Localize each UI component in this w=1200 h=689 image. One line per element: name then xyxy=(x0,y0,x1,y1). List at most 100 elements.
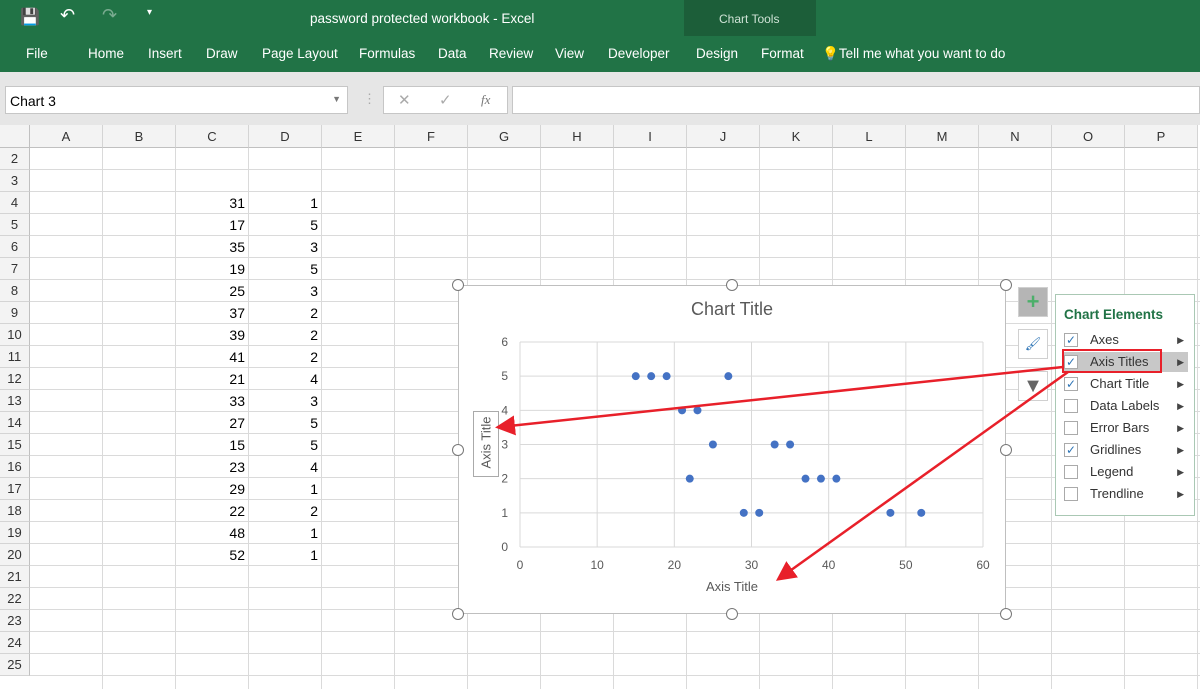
chart-element-error-bars[interactable]: Error Bars ▶ xyxy=(1064,418,1188,438)
checkbox[interactable] xyxy=(1064,399,1078,413)
chart-elements-plus-icon[interactable]: + xyxy=(1018,287,1048,317)
tab-home[interactable]: Home xyxy=(88,46,124,61)
chart-title[interactable]: Chart Title xyxy=(459,299,1005,320)
column-header[interactable]: C xyxy=(176,125,249,148)
row-header[interactable]: 16 xyxy=(0,456,30,478)
row-header[interactable]: 4 xyxy=(0,192,30,214)
row-header[interactable]: 25 xyxy=(0,654,30,676)
cell-C8[interactable]: 25 xyxy=(176,280,249,302)
checkbox[interactable]: ✓ xyxy=(1064,443,1078,457)
column-header[interactable]: H xyxy=(541,125,614,148)
chevron-right-icon[interactable]: ▶ xyxy=(1177,396,1184,416)
cell-C4[interactable]: 31 xyxy=(176,192,249,214)
name-box[interactable]: Chart 3 ▼ xyxy=(5,86,348,114)
column-header[interactable]: P xyxy=(1125,125,1198,148)
tab-draw[interactable]: Draw xyxy=(206,46,238,61)
cell-D17[interactable]: 1 xyxy=(249,478,322,500)
column-header[interactable]: A xyxy=(30,125,103,148)
tab-developer[interactable]: Developer xyxy=(608,46,670,61)
chevron-right-icon[interactable]: ▶ xyxy=(1177,440,1184,460)
tab-formulas[interactable]: Formulas xyxy=(359,46,415,61)
resize-handle[interactable] xyxy=(1000,279,1012,291)
row-header[interactable]: 9 xyxy=(0,302,30,324)
row-header[interactable]: 2 xyxy=(0,148,30,170)
cell-D9[interactable]: 2 xyxy=(249,302,322,324)
cancel-icon[interactable]: ✕ xyxy=(398,91,411,109)
chart[interactable]: 0 10 20 30 40 50 60 0 1 2 3 4 5 6 Chart Title Axis Ti… xyxy=(458,285,1006,614)
chevron-right-icon[interactable]: ▶ xyxy=(1177,484,1184,504)
row-header[interactable]: 12 xyxy=(0,368,30,390)
cell-C15[interactable]: 15 xyxy=(176,434,249,456)
row-header[interactable]: 18 xyxy=(0,500,30,522)
checkbox[interactable] xyxy=(1064,421,1078,435)
x-axis-title[interactable]: Axis Title xyxy=(459,579,1005,594)
cell-C16[interactable]: 23 xyxy=(176,456,249,478)
chart-element-chart-title[interactable]: ✓ Chart Title ▶ xyxy=(1064,374,1188,394)
chevron-right-icon[interactable]: ▶ xyxy=(1177,352,1184,372)
chevron-down-icon[interactable]: ▼ xyxy=(332,94,341,104)
tab-view[interactable]: View xyxy=(555,46,584,61)
row-header[interactable]: 19 xyxy=(0,522,30,544)
cell-C19[interactable]: 48 xyxy=(176,522,249,544)
resize-handle[interactable] xyxy=(452,608,464,620)
checkbox[interactable] xyxy=(1064,465,1078,479)
cell-D20[interactable]: 1 xyxy=(249,544,322,566)
cell-C17[interactable]: 29 xyxy=(176,478,249,500)
row-header[interactable]: 7 xyxy=(0,258,30,280)
select-all-button[interactable] xyxy=(0,125,30,148)
cell-D13[interactable]: 3 xyxy=(249,390,322,412)
cell-D8[interactable]: 3 xyxy=(249,280,322,302)
cell-D5[interactable]: 5 xyxy=(249,214,322,236)
row-header[interactable]: 22 xyxy=(0,588,30,610)
cell-D11[interactable]: 2 xyxy=(249,346,322,368)
cell-D6[interactable]: 3 xyxy=(249,236,322,258)
column-header[interactable]: K xyxy=(760,125,833,148)
checkbox[interactable]: ✓ xyxy=(1064,355,1078,369)
column-header[interactable]: M xyxy=(906,125,979,148)
cell-C11[interactable]: 41 xyxy=(176,346,249,368)
resize-handle[interactable] xyxy=(452,444,464,456)
save-icon[interactable]: 💾 xyxy=(20,7,40,27)
resize-handle[interactable] xyxy=(1000,444,1012,456)
cell-C6[interactable]: 35 xyxy=(176,236,249,258)
tab-data[interactable]: Data xyxy=(438,46,467,61)
column-header[interactable]: F xyxy=(395,125,468,148)
cell-D19[interactable]: 1 xyxy=(249,522,322,544)
y-axis-title-box[interactable]: Axis Title xyxy=(473,411,499,477)
tab-page-layout[interactable]: Page Layout xyxy=(262,46,338,61)
column-header[interactable]: O xyxy=(1052,125,1125,148)
column-header[interactable]: I xyxy=(614,125,687,148)
column-header[interactable]: J xyxy=(687,125,760,148)
cell-C9[interactable]: 37 xyxy=(176,302,249,324)
column-header[interactable]: E xyxy=(322,125,395,148)
cell-C5[interactable]: 17 xyxy=(176,214,249,236)
cell-D14[interactable]: 5 xyxy=(249,412,322,434)
row-header[interactable]: 14 xyxy=(0,412,30,434)
column-header[interactable]: D xyxy=(249,125,322,148)
cell-D15[interactable]: 5 xyxy=(249,434,322,456)
tab-design[interactable]: Design xyxy=(696,46,738,61)
chart-element-legend[interactable]: Legend ▶ xyxy=(1064,462,1188,482)
chart-styles-brush-icon[interactable]: 🖌 xyxy=(1018,329,1048,359)
chart-element-axes[interactable]: ✓ Axes ▶ xyxy=(1064,330,1188,350)
tab-file[interactable]: File xyxy=(26,46,48,61)
column-header[interactable]: G xyxy=(468,125,541,148)
row-header[interactable]: 23 xyxy=(0,610,30,632)
cell-D18[interactable]: 2 xyxy=(249,500,322,522)
cell-D10[interactable]: 2 xyxy=(249,324,322,346)
row-header[interactable]: 17 xyxy=(0,478,30,500)
row-header[interactable]: 8 xyxy=(0,280,30,302)
row-header[interactable]: 3 xyxy=(0,170,30,192)
checkbox[interactable]: ✓ xyxy=(1064,333,1078,347)
chart-element-gridlines[interactable]: ✓ Gridlines ▶ xyxy=(1064,440,1188,460)
tab-format[interactable]: Format xyxy=(761,46,804,61)
row-header[interactable]: 11 xyxy=(0,346,30,368)
chevron-right-icon[interactable]: ▶ xyxy=(1177,418,1184,438)
cell-C12[interactable]: 21 xyxy=(176,368,249,390)
cell-D12[interactable]: 4 xyxy=(249,368,322,390)
formula-input[interactable] xyxy=(512,86,1200,114)
cell-C13[interactable]: 33 xyxy=(176,390,249,412)
chart-filters-icon[interactable]: ▼ xyxy=(1018,371,1048,401)
cell-D4[interactable]: 1 xyxy=(249,192,322,214)
chart-element-data-labels[interactable]: Data Labels ▶ xyxy=(1064,396,1188,416)
